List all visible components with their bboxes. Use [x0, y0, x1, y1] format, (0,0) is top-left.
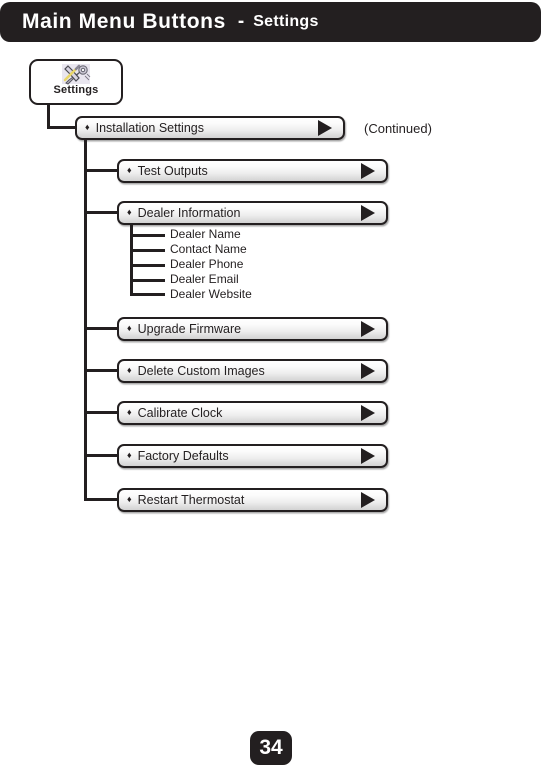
connector-branch-test-outputs [84, 169, 119, 172]
menu-button-factory-defaults[interactable]: ♦ Factory Defaults [117, 444, 388, 468]
connector-settings-down [47, 105, 50, 128]
menu-button-delete-custom-images[interactable]: ♦ Delete Custom Images [117, 359, 388, 383]
connector-branch-restart-thermostat [84, 498, 119, 501]
connector-branch-dealer-information [84, 211, 119, 214]
play-triangle-icon [361, 492, 375, 508]
menu-button-label: Installation Settings [95, 121, 204, 135]
connector-main-trunk [84, 140, 87, 500]
connector-branch-upgrade-firmware [84, 327, 119, 330]
title-separator: - [237, 11, 245, 32]
continued-note: (Continued) [364, 121, 432, 136]
settings-root-node[interactable]: Settings [29, 59, 123, 105]
menu-button-calibrate-clock[interactable]: ♦ Calibrate Clock [117, 401, 388, 425]
play-triangle-icon [361, 363, 375, 379]
bullet-diamond-icon: ♦ [127, 407, 132, 417]
play-triangle-icon [361, 405, 375, 421]
bullet-diamond-icon: ♦ [127, 450, 132, 460]
menu-button-label: Upgrade Firmware [137, 322, 242, 336]
connector-dealer-website [130, 293, 165, 296]
connector-branch-delete-custom-images [84, 369, 119, 372]
menu-button-dealer-information[interactable]: ♦ Dealer Information [117, 201, 388, 225]
bullet-diamond-icon: ♦ [127, 494, 132, 504]
connector-dealer-email [130, 279, 165, 282]
list-item: Dealer Email [170, 272, 239, 286]
page-title: Main Menu Buttons [22, 10, 226, 33]
connector-branch-factory-defaults [84, 454, 119, 457]
menu-button-label: Test Outputs [137, 164, 208, 178]
page-subtitle: Settings [253, 13, 319, 30]
menu-button-label: Calibrate Clock [137, 406, 223, 420]
bullet-diamond-icon: ♦ [127, 207, 132, 217]
page-header-bar: Main Menu Buttons - Settings [0, 2, 541, 42]
menu-button-restart-thermostat[interactable]: ♦ Restart Thermostat [117, 488, 388, 512]
menu-button-label: Restart Thermostat [137, 493, 245, 507]
menu-button-label: Factory Defaults [137, 449, 229, 463]
play-triangle-icon [361, 205, 375, 221]
page-number-badge: 34 [250, 731, 292, 765]
connector-dealer-phone [130, 264, 165, 267]
list-item: Contact Name [170, 242, 247, 256]
bullet-diamond-icon: ♦ [127, 323, 132, 333]
menu-button-label: Dealer Information [137, 206, 241, 220]
bullet-diamond-icon: ♦ [85, 122, 90, 132]
connector-dealer-name [130, 234, 165, 237]
tools-wrench-screwdriver-icon [59, 63, 93, 87]
list-item: Dealer Website [170, 287, 252, 301]
list-item: Dealer Name [170, 227, 241, 241]
bullet-diamond-icon: ♦ [127, 365, 132, 375]
page-number: 34 [259, 736, 283, 759]
menu-button-installation-settings[interactable]: ♦ Installation Settings [75, 116, 345, 140]
play-triangle-icon [361, 163, 375, 179]
bullet-diamond-icon: ♦ [127, 165, 132, 175]
play-triangle-icon [361, 321, 375, 337]
play-triangle-icon [361, 448, 375, 464]
menu-button-test-outputs[interactable]: ♦ Test Outputs [117, 159, 388, 183]
connector-contact-name [130, 249, 165, 252]
list-item: Dealer Phone [170, 257, 244, 271]
play-triangle-icon [318, 120, 332, 136]
connector-branch-calibrate-clock [84, 411, 119, 414]
menu-button-upgrade-firmware[interactable]: ♦ Upgrade Firmware [117, 317, 388, 341]
menu-button-label: Delete Custom Images [137, 364, 265, 378]
